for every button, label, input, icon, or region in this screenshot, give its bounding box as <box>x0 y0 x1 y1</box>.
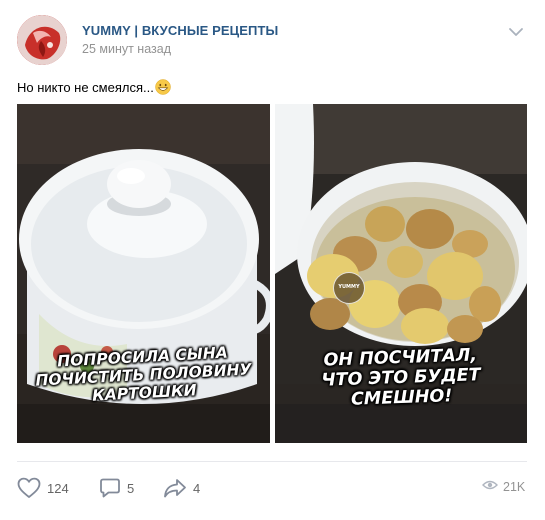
post-text: Но никто не смеялся... <box>17 79 171 95</box>
share-arrow-icon <box>163 477 187 499</box>
grinning-face-emoji-icon <box>155 79 171 95</box>
post-text-content: Но никто не смеялся... <box>17 80 154 95</box>
wall-post: YUMMY | ВКУСНЫЕ РЕЦЕПТЫ 25 минут назад Н… <box>0 0 545 520</box>
eye-icon <box>482 478 498 496</box>
views-counter: 21K <box>482 478 525 496</box>
chevron-down-icon[interactable] <box>508 26 524 38</box>
like-count: 124 <box>47 480 69 496</box>
comment-count: 5 <box>127 480 135 496</box>
like-button[interactable]: 124 <box>17 476 69 500</box>
photo-pot-with-lid[interactable]: ПОПРОСИЛА СЫНА ПОЧИСТИТЬ ПОЛОВИНУ КАРТОШ… <box>17 104 270 443</box>
right-photo-caption: ОН ПОСЧИТАЛ, ЧТО ЭТО БУДЕТ СМЕШНО! <box>275 344 527 413</box>
group-name-link[interactable]: YUMMY | ВКУСНЫЕ РЕЦЕПТЫ <box>82 23 278 38</box>
yummy-watermark-logo: YUMMY <box>333 272 365 304</box>
views-count: 21K <box>503 480 526 494</box>
post-divider <box>17 461 527 462</box>
photo-collage[interactable]: ПОПРОСИЛА СЫНА ПОЧИСТИТЬ ПОЛОВИНУ КАРТОШ… <box>17 104 527 443</box>
share-count: 4 <box>193 480 201 496</box>
group-avatar[interactable] <box>17 15 67 65</box>
post-timestamp[interactable]: 25 минут назад <box>82 42 171 56</box>
heart-icon <box>17 477 41 499</box>
share-button[interactable]: 4 <box>163 476 200 500</box>
comment-button[interactable]: 5 <box>99 476 134 500</box>
comment-bubble-icon <box>99 477 121 499</box>
photo-pot-with-potatoes[interactable]: YUMMY ОН ПОСЧИТАЛ, ЧТО ЭТО БУДЕТ СМЕШНО! <box>275 104 527 443</box>
